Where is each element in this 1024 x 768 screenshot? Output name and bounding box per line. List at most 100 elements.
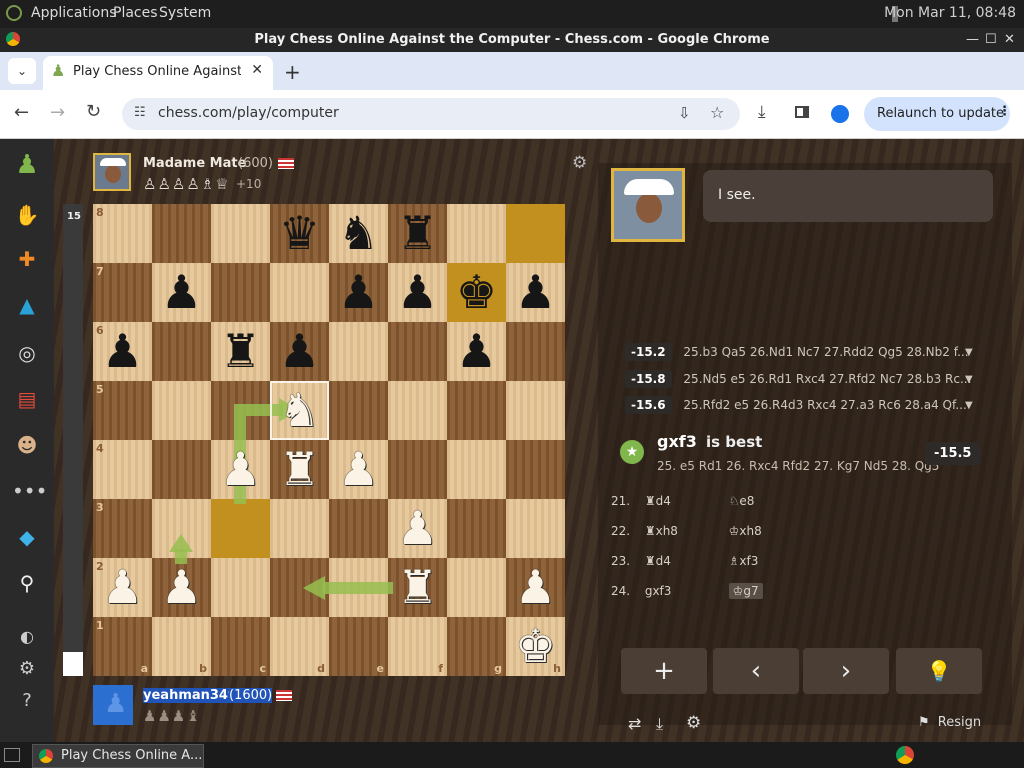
new-tab-button[interactable]: + — [284, 60, 301, 84]
black-piece-e8[interactable]: ♞ — [329, 204, 388, 263]
expand-chevron-icon[interactable]: ▼ — [965, 374, 973, 385]
taskbar-item-chrome[interactable]: Play Chess Online A... — [32, 744, 204, 768]
black-piece-c6[interactable]: ♜ — [211, 322, 270, 381]
white-move[interactable]: ♜d4 — [645, 494, 725, 508]
bot-avatar[interactable] — [611, 168, 685, 242]
engine-line[interactable]: -15.6 25.Rfd2 e5 26.R4d3 Rxc4 27.a3 Rc6 … — [625, 396, 975, 422]
line-text: 25.Rfd2 e5 26.R4d3 Rxc4 27.a3 Rc6 28.a4 … — [683, 398, 967, 412]
premium-diamond-icon[interactable]: ◆ — [12, 523, 42, 551]
profile-avatar-icon[interactable] — [831, 105, 849, 123]
white-piece-c4[interactable]: ♟ — [211, 440, 270, 499]
hint-lightbulb-button[interactable]: 💡 — [896, 648, 982, 694]
white-piece-b2[interactable]: ♟ — [152, 558, 211, 617]
chrome-tray-icon[interactable] — [896, 746, 914, 764]
next-move-button[interactable]: › — [803, 648, 889, 694]
black-move[interactable]: ♔g7 — [728, 583, 763, 599]
board-settings-gear-icon[interactable]: ⚙ — [572, 153, 587, 173]
black-move[interactable]: ♗xf3 — [729, 554, 759, 568]
move-number: 23. — [611, 554, 631, 568]
opponent-name[interactable]: Madame Mate — [143, 156, 246, 171]
chess-page: ♟ ✋ ✚ ▲ ◎ ▤ ☻ ••• ◆ ⚲ ◐ ⚙ ? Madame Mate … — [0, 139, 1024, 742]
opponent-avatar[interactable] — [93, 153, 131, 191]
puzzles-icon[interactable]: ✚ — [12, 245, 42, 273]
white-piece-h2[interactable]: ♟ — [506, 558, 565, 617]
chess-logo-icon[interactable]: ♟ — [12, 151, 42, 179]
distro-logo-icon[interactable] — [6, 5, 22, 21]
close-window-icon[interactable]: ✕ — [1004, 28, 1015, 52]
black-move[interactable]: ♘e8 — [729, 494, 755, 508]
site-info-icon[interactable]: ☷ — [134, 105, 146, 120]
panel-settings-gear-icon[interactable]: ⚙ — [686, 713, 701, 733]
minimize-icon[interactable]: — — [966, 28, 979, 52]
resign-button[interactable]: ⚑ Resign — [918, 715, 981, 730]
white-move[interactable]: ♜d4 — [645, 554, 725, 568]
chess-board[interactable]: 8 7 6 5 4 3 2 1 a b c d e f g h ♛ ♞ ♜ ♟ ♟ ♟ ♚ ♟ ♟ ♜ ♟ ♟ ♞ ♟ ♜ ♟ ♟ ♟ ♟ ♜ ♟ ♚ — [93, 204, 565, 676]
share-icon[interactable]: ⇄ — [628, 714, 641, 733]
menu-places[interactable]: Places — [113, 5, 158, 21]
black-piece-g7[interactable]: ♚ — [447, 263, 506, 322]
engine-line[interactable]: -15.2 25.b3 Qa5 26.Nd1 Nc7 27.Rdd2 Qg5 2… — [625, 343, 975, 369]
black-piece-f8[interactable]: ♜ — [388, 204, 447, 263]
black-piece-h7[interactable]: ♟ — [506, 263, 565, 322]
browser-tab[interactable]: ♟ Play Chess Online Against the Computer… — [43, 56, 273, 90]
best-line: 25. e5 Rd1 26. Rxc4 Rfd2 27. Kg7 Nd5 28.… — [657, 459, 940, 473]
search-icon[interactable]: ⚲ — [12, 569, 42, 597]
download-icon[interactable]: ⤓ — [656, 714, 663, 734]
line-text: 25.b3 Qa5 26.Nd1 Nc7 27.Rdd2 Qg5 28.Nb2 … — [683, 345, 969, 359]
menu-system[interactable]: System — [159, 5, 211, 21]
back-icon[interactable]: ← — [14, 102, 29, 123]
engine-line[interactable]: -15.8 25.Nd5 e5 26.Rd1 Rxc4 27.Rfd2 Nc7 … — [625, 370, 975, 396]
eval-bar-white-fill — [63, 652, 83, 676]
window-title: Play Chess Online Against the Computer -… — [254, 32, 770, 47]
settings-gear-icon[interactable]: ⚙ — [12, 655, 42, 683]
clock[interactable]: Mon Mar 11, 08:48 — [884, 5, 1016, 21]
black-piece-b7[interactable]: ♟ — [152, 263, 211, 322]
play-icon[interactable]: ✋ — [12, 201, 42, 229]
side-panel-icon[interactable] — [795, 106, 809, 118]
move-row: 24. gxf3 ♔g7 — [611, 583, 763, 610]
theme-icon[interactable]: ◐ — [12, 623, 42, 651]
menu-applications[interactable]: Applications — [31, 5, 117, 21]
white-piece-d4[interactable]: ♜ — [270, 440, 329, 499]
more-icon[interactable]: ••• — [12, 477, 47, 505]
maximize-icon[interactable]: ☐ — [985, 28, 997, 52]
player-avatar[interactable]: ♟ — [93, 685, 133, 725]
black-piece-e7[interactable]: ♟ — [329, 263, 388, 322]
black-piece-f7[interactable]: ♟ — [388, 263, 447, 322]
install-app-icon[interactable]: ⇩ — [678, 104, 691, 122]
black-piece-a6[interactable]: ♟ — [93, 322, 152, 381]
bookmark-star-icon[interactable]: ☆ — [710, 103, 724, 122]
social-icon[interactable]: ☻ — [12, 431, 42, 459]
kebab-menu-icon[interactable]: ⋮ — [998, 104, 1011, 119]
white-piece-h1[interactable]: ♚ — [506, 617, 565, 676]
black-piece-d8[interactable]: ♛ — [270, 204, 329, 263]
white-piece-f2[interactable]: ♜ — [388, 558, 447, 617]
forward-icon[interactable]: → — [50, 102, 65, 123]
downloads-icon[interactable]: ⤓ — [758, 102, 766, 122]
learn-icon[interactable]: ▲ — [12, 291, 42, 319]
black-piece-d6[interactable]: ♟ — [270, 322, 329, 381]
relaunch-to-update-button[interactable]: Relaunch to update ⋮ — [864, 97, 1011, 131]
move-row: 21. ♜d4 ♘e8 — [611, 494, 754, 520]
tab-search-button[interactable]: ⌄ — [8, 58, 36, 84]
black-move[interactable]: ♔xh8 — [729, 524, 762, 538]
expand-chevron-icon[interactable]: ▼ — [965, 400, 973, 411]
white-piece-a2[interactable]: ♟ — [93, 558, 152, 617]
black-piece-g6[interactable]: ♟ — [447, 322, 506, 381]
player-name[interactable]: yeahman349 — [143, 688, 238, 703]
previous-move-button[interactable]: ‹ — [713, 648, 799, 694]
white-piece-e4[interactable]: ♟ — [329, 440, 388, 499]
expand-chevron-icon[interactable]: ▼ — [965, 347, 973, 358]
address-bar[interactable]: ☷ chess.com/play/computer ⇩ ☆ — [122, 98, 740, 130]
white-piece-f3[interactable]: ♟ — [388, 499, 447, 558]
news-icon[interactable]: ▤ — [12, 385, 42, 413]
white-move[interactable]: ♜xh8 — [645, 524, 725, 538]
white-move[interactable]: gxf3 — [645, 584, 725, 598]
reload-icon[interactable]: ↻ — [86, 101, 101, 122]
help-icon[interactable]: ? — [12, 687, 42, 715]
show-desktop-icon[interactable] — [4, 748, 20, 762]
add-button[interactable]: + — [621, 648, 707, 694]
tab-close-icon[interactable]: ✕ — [251, 62, 263, 78]
watch-icon[interactable]: ◎ — [12, 339, 42, 367]
bot-hat-icon — [624, 179, 674, 195]
